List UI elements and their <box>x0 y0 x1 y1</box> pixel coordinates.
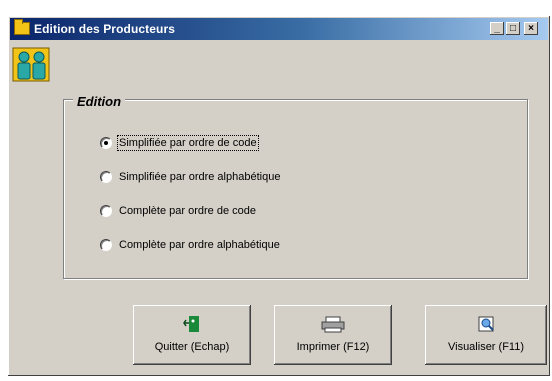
radio-button[interactable] <box>100 239 112 251</box>
printer-icon <box>321 316 345 333</box>
preview-button-label: Visualiser (F11) <box>447 341 524 353</box>
radio-option-simplifiee-code[interactable]: Simplifiée par ordre de code <box>100 135 259 151</box>
maximize-button[interactable]: □ <box>506 22 520 35</box>
exit-door-icon <box>183 316 199 332</box>
window-title: Edition des Producteurs <box>34 22 175 36</box>
radio-button[interactable] <box>100 137 112 149</box>
edition-producteurs-window: Edition des Producteurs _ □ × Edition Si… <box>8 16 550 376</box>
radio-label: Simplifiée par ordre de code <box>117 135 259 151</box>
quit-button[interactable]: Quitter (Echap) <box>133 305 251 365</box>
quit-button-label: Quitter (Echap) <box>154 341 230 353</box>
print-button-label: Imprimer (F12) <box>296 341 370 353</box>
minimize-button[interactable]: _ <box>490 22 504 35</box>
radio-button[interactable] <box>100 205 112 217</box>
radio-option-complete-alpha[interactable]: Complète par ordre alphabétique <box>100 237 281 253</box>
radio-label: Simplifiée par ordre alphabétique <box>119 171 281 183</box>
print-button[interactable]: Imprimer (F12) <box>274 305 392 365</box>
preview-icon <box>478 316 494 332</box>
preview-button[interactable]: Visualiser (F11) <box>425 305 547 365</box>
radio-option-simplifiee-alpha[interactable]: Simplifiée par ordre alphabétique <box>100 169 281 185</box>
radio-button[interactable] <box>100 171 112 183</box>
folder-icon <box>14 19 30 35</box>
two-people-icon <box>12 47 50 82</box>
radio-option-complete-code[interactable]: Complète par ordre de code <box>100 203 257 219</box>
title-bar[interactable]: Edition des Producteurs _ □ × <box>10 18 548 40</box>
close-button[interactable]: × <box>524 22 538 35</box>
radio-label: Complète par ordre alphabétique <box>119 239 280 251</box>
radio-label: Complète par ordre de code <box>119 205 256 217</box>
edition-legend: Edition <box>73 94 126 109</box>
